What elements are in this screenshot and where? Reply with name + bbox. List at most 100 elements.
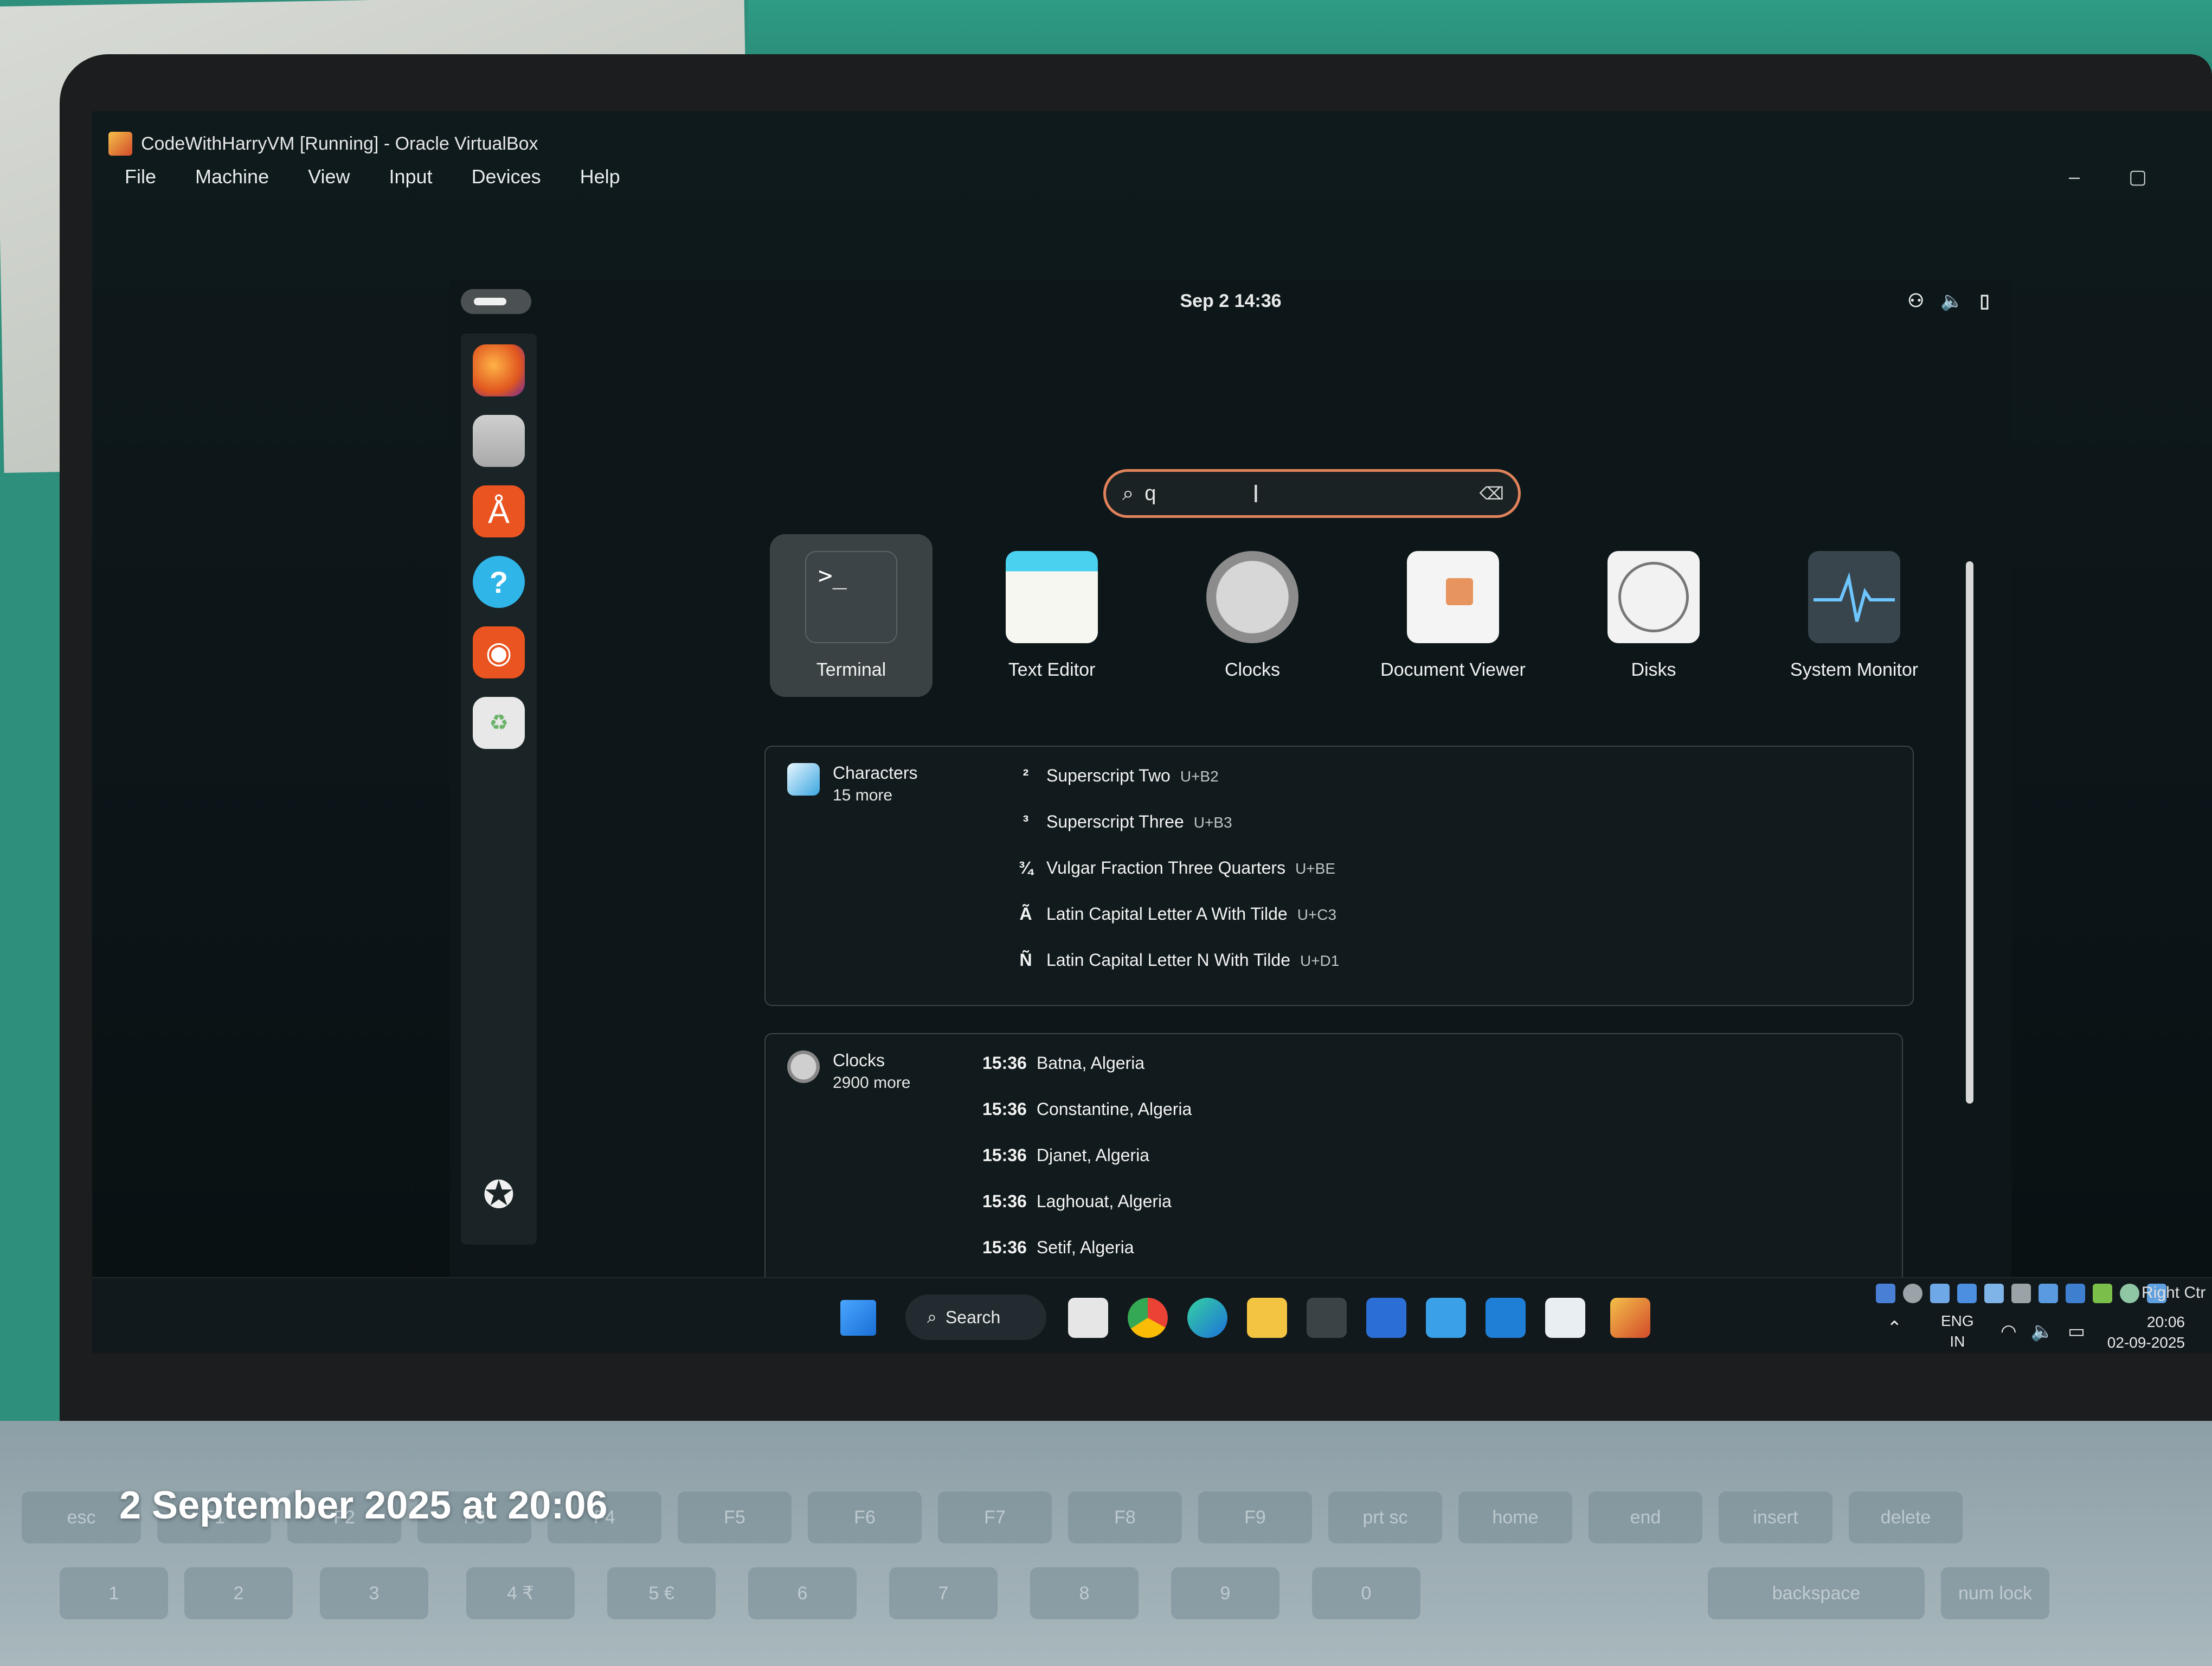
terminal-taskbar-icon[interactable] xyxy=(1307,1298,1347,1338)
char-code: U+BE xyxy=(1295,860,1336,877)
clock-result[interactable]: 15:36 Setif, Algeria xyxy=(982,1238,1134,1258)
char-glyph: ³ xyxy=(1023,812,1029,831)
clock-time: 15:36 xyxy=(982,1099,1027,1119)
ubuntu-dock: Å ? ◉ ♻ ✪ xyxy=(461,334,537,1245)
app-terminal[interactable]: >_ Terminal xyxy=(770,534,933,697)
tray-app-icon[interactable] xyxy=(2120,1284,2139,1303)
ubuntu-software-icon[interactable]: ◉ xyxy=(473,626,525,678)
windows-taskbar: ⌕ Search Right Ctr ⌃ ENG IN ◠ 🔈 ▭ 20:06 … xyxy=(92,1277,2212,1353)
task-view-icon[interactable] xyxy=(1068,1298,1108,1338)
topbar-clock[interactable]: Sep 2 14:36 xyxy=(1180,291,1281,312)
word-icon[interactable] xyxy=(1366,1298,1406,1338)
taskbar-search-button[interactable]: ⌕ Search xyxy=(905,1295,1046,1340)
char-code: U+D1 xyxy=(1300,952,1340,969)
key: 9 xyxy=(1171,1567,1279,1619)
laptop-keyboard: esc F1 F2 F3 F4 F5 F6 F7 F8 F9 prt sc ho… xyxy=(0,1421,2212,1666)
wifi-icon: ◠ xyxy=(2001,1321,2017,1342)
snipping-tool-icon[interactable] xyxy=(1545,1298,1585,1338)
trash-icon[interactable]: ♻ xyxy=(473,697,525,749)
app-results: >_ Terminal Text Editor Clocks Document … xyxy=(770,534,1935,697)
character-result[interactable]: Ã Latin Capital Letter A With Tilde U+C3 xyxy=(1015,904,1336,924)
provider-header[interactable]: Clocks 2900 more xyxy=(787,1050,910,1092)
quick-settings[interactable]: ◠ 🔈 ▭ xyxy=(2001,1321,2085,1342)
app-disks[interactable]: Disks xyxy=(1572,534,1735,697)
battery-icon: ▯ xyxy=(1979,291,1990,311)
help-icon[interactable]: ? xyxy=(473,556,525,608)
menu-help[interactable]: Help xyxy=(580,165,620,188)
file-explorer-icon[interactable] xyxy=(1247,1298,1287,1338)
tray-app-icon[interactable] xyxy=(1903,1284,1922,1303)
clock-time: 15:36 xyxy=(982,1191,1027,1211)
tray-app-icon[interactable] xyxy=(2066,1284,2085,1303)
character-result[interactable]: ¾ Vulgar Fraction Three Quarters U+BE xyxy=(1015,858,1335,878)
tray-app-icon[interactable] xyxy=(1957,1284,1977,1303)
key: 2 xyxy=(184,1567,293,1619)
photos-icon[interactable] xyxy=(1426,1298,1466,1338)
tray-app-icon[interactable] xyxy=(1876,1284,1895,1303)
clock-date: 02-09-2025 xyxy=(2107,1334,2185,1351)
activities-button[interactable] xyxy=(461,289,531,314)
files-icon[interactable] xyxy=(473,415,525,467)
results-scrollbar[interactable] xyxy=(1966,561,1973,1104)
clock-time: 20:06 xyxy=(2146,1313,2185,1330)
clock-result[interactable]: 15:36 Constantine, Algeria xyxy=(982,1099,1192,1119)
clock-result[interactable]: 15:36 Laghouat, Algeria xyxy=(982,1191,1172,1212)
windows-start-icon[interactable] xyxy=(840,1300,876,1336)
key: 5 € xyxy=(607,1567,716,1619)
edge-icon[interactable] xyxy=(1187,1298,1227,1338)
menu-input[interactable]: Input xyxy=(389,165,432,188)
tray-app-icon[interactable] xyxy=(1984,1284,2004,1303)
virtualbox-taskbar-icon[interactable] xyxy=(1610,1298,1650,1338)
show-apps-icon[interactable]: ✪ xyxy=(473,1169,525,1221)
vscode-icon[interactable] xyxy=(1486,1298,1526,1338)
menu-devices[interactable]: Devices xyxy=(472,165,541,188)
language-indicator[interactable]: ENG IN xyxy=(1941,1311,1974,1352)
tray-app-icon[interactable] xyxy=(2093,1284,2112,1303)
character-result[interactable]: ² Superscript Two U+B2 xyxy=(1015,766,1219,786)
tray-app-icon[interactable] xyxy=(2039,1284,2058,1303)
key: F9 xyxy=(1198,1491,1312,1543)
system-menu[interactable]: ⚇ 🔈 ▯ xyxy=(1907,290,1990,312)
lang-code: ENG xyxy=(1941,1312,1974,1329)
clocks-provider: Clocks 2900 more 15:36 Batna, Algeria 15… xyxy=(764,1033,1903,1304)
key: delete xyxy=(1849,1491,1963,1543)
menu-machine[interactable]: Machine xyxy=(195,165,269,188)
clock-place: Laghouat, Algeria xyxy=(1036,1191,1172,1211)
app-document-viewer[interactable]: Document Viewer xyxy=(1372,534,1534,697)
network-icon: ⚇ xyxy=(1907,291,1924,311)
disks-icon xyxy=(1607,551,1700,643)
clock-result[interactable]: 15:36 Batna, Algeria xyxy=(982,1053,1144,1073)
chrome-icon[interactable] xyxy=(1128,1298,1168,1338)
app-text-editor[interactable]: Text Editor xyxy=(970,534,1133,697)
char-code: U+B3 xyxy=(1193,814,1232,831)
key: F7 xyxy=(938,1491,1052,1543)
clock-time: 15:36 xyxy=(982,1145,1027,1165)
app-clocks[interactable]: Clocks xyxy=(1171,534,1334,697)
clear-search-icon[interactable]: ⌫ xyxy=(1480,483,1504,504)
battery-charging-icon: ▭ xyxy=(2068,1321,2086,1342)
tray-app-icon[interactable] xyxy=(1930,1284,1950,1303)
tray-app-icon[interactable] xyxy=(2011,1284,2031,1303)
search-input[interactable]: ⌕ q I ⌫ xyxy=(1103,469,1521,518)
chevron-up-icon[interactable]: ⌃ xyxy=(1887,1317,1902,1339)
provider-header[interactable]: Characters 15 more xyxy=(787,763,918,805)
firefox-icon[interactable] xyxy=(473,344,525,396)
menu-view[interactable]: View xyxy=(308,165,350,188)
taskbar-clock[interactable]: 20:06 02-09-2025 xyxy=(2098,1312,2185,1353)
key: F6 xyxy=(808,1491,922,1543)
text-cursor-icon: I xyxy=(1252,479,1259,508)
key: 0 xyxy=(1312,1567,1420,1619)
menu-file[interactable]: File xyxy=(125,165,156,188)
char-name: Superscript Three xyxy=(1046,812,1184,831)
app-system-monitor[interactable]: System Monitor xyxy=(1773,534,1935,697)
search-icon: ⌕ xyxy=(927,1307,937,1327)
character-result[interactable]: Ñ Latin Capital Letter N With Tilde U+D1 xyxy=(1015,950,1339,970)
clock-result[interactable]: 15:36 Djanet, Algeria xyxy=(982,1145,1149,1165)
restore-button[interactable]: ▢ xyxy=(2129,165,2147,188)
app-label: Terminal xyxy=(816,659,886,680)
app-center-icon[interactable]: Å xyxy=(473,485,525,537)
character-result[interactable]: ³ Superscript Three U+B3 xyxy=(1015,812,1232,832)
minimize-button[interactable]: – xyxy=(2069,165,2080,188)
laptop-screen: CodeWithHarryVM [Running] - Oracle Virtu… xyxy=(92,111,2212,1353)
provider-name: Characters xyxy=(833,763,918,783)
